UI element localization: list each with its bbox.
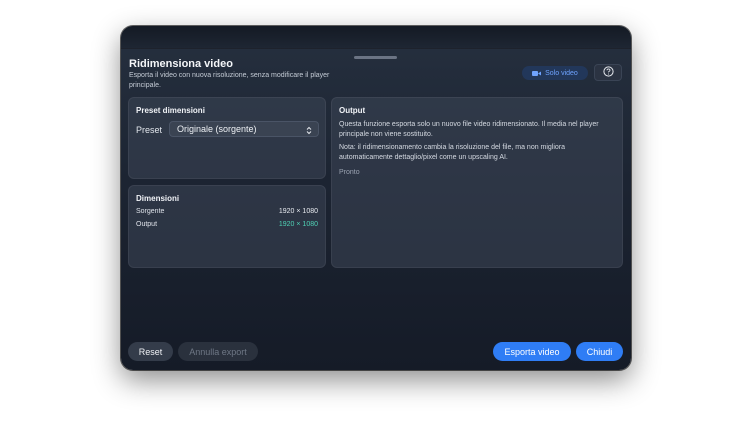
preset-panel: Preset dimensioni Preset Originale (sorg…	[128, 97, 326, 179]
preset-select-value: Originale (sorgente)	[177, 124, 257, 134]
resize-video-dialog: Ridimensiona video Esporta il video con …	[121, 26, 631, 370]
preset-select[interactable]: Originale (sorgente)	[169, 121, 319, 137]
chevron-up-down-icon	[306, 125, 312, 139]
close-button[interactable]: Chiudi	[576, 342, 623, 361]
output-description: Questa funzione esporta solo un nuovo fi…	[339, 121, 599, 138]
output-panel-title: Output	[339, 106, 366, 115]
sheet-grabber[interactable]	[354, 56, 397, 59]
source-label: Sorgente	[136, 208, 165, 215]
preset-label: Preset	[136, 125, 163, 135]
dimensions-panel: Dimensioni Sorgente 1920 × 1080 Output 1…	[128, 185, 326, 268]
reset-button[interactable]: Reset	[128, 342, 173, 361]
output-note: Nota: il ridimensionamento cambia la ris…	[339, 144, 566, 161]
window-top-bar	[121, 26, 631, 49]
video-camera-icon	[532, 70, 542, 77]
output-panel: Output Questa funzione esporta solo un n…	[331, 97, 623, 268]
source-value: 1920 × 1080	[278, 208, 318, 215]
dialog-subtitle: Esporta il video con nuova risoluzione, …	[129, 72, 330, 89]
export-video-button[interactable]: Esporta video	[493, 342, 571, 361]
help-button[interactable]	[594, 64, 622, 81]
source-dimension-row: Sorgente 1920 × 1080	[136, 208, 318, 215]
dimensions-panel-title: Dimensioni	[136, 194, 180, 203]
video-only-badge: Solo video	[522, 66, 588, 80]
preset-panel-title: Preset dimensioni	[136, 106, 205, 115]
status-text: Pronto	[339, 169, 360, 176]
question-circle-icon	[602, 64, 614, 82]
video-only-badge-label: Solo video	[545, 69, 578, 77]
output-label: Output	[136, 221, 158, 228]
dialog-title: Ridimensiona video	[129, 58, 233, 70]
cancel-export-button[interactable]: Annulla export	[178, 342, 258, 361]
output-dimension-row: Output 1920 × 1080	[136, 221, 318, 228]
output-value: 1920 × 1080	[278, 221, 318, 228]
